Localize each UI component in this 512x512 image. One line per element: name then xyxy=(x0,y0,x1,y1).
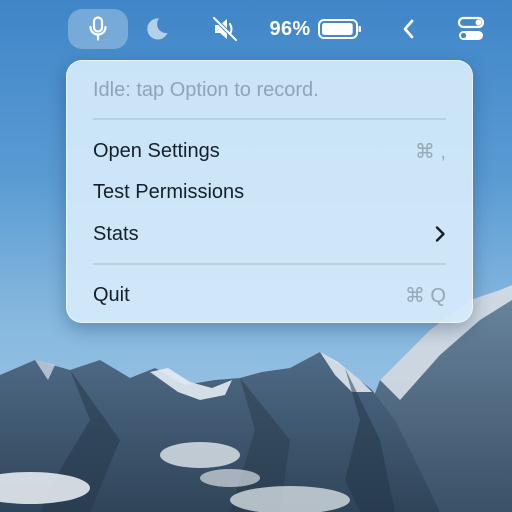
menu-bar: 96% xyxy=(0,0,512,56)
collapse-menubar-button[interactable] xyxy=(395,9,421,49)
battery-percent: 96% xyxy=(269,17,311,40)
menu-item-test-permissions[interactable]: Test Permissions xyxy=(93,175,446,209)
control-center-icon xyxy=(457,16,485,40)
battery-status-button[interactable]: 96% xyxy=(266,9,366,49)
control-center-button[interactable] xyxy=(452,9,490,49)
microphone-status-button[interactable] xyxy=(68,9,128,49)
moon-icon xyxy=(147,18,168,40)
menu-item-label: Stats xyxy=(93,222,139,245)
menu-item-shortcut: ⌘ Q xyxy=(404,284,446,307)
menu-item-stats[interactable]: Stats xyxy=(93,217,446,251)
menu-item-open-settings[interactable]: Open Settings ⌘ , xyxy=(93,134,446,168)
menu-item-label: Open Settings xyxy=(93,139,220,162)
focus-mode-button[interactable] xyxy=(140,9,174,49)
status-dropdown-menu: Idle: tap Option to record. Open Setting… xyxy=(66,60,473,323)
microphone-icon xyxy=(89,16,107,41)
menu-separator xyxy=(93,263,446,265)
battery-icon xyxy=(318,19,362,39)
menu-item-label: Test Permissions xyxy=(93,180,245,203)
chevron-left-icon xyxy=(403,19,414,39)
menu-item-quit[interactable]: Quit ⌘ Q xyxy=(93,278,446,312)
menu-separator xyxy=(93,118,446,120)
menu-item-label: Quit xyxy=(93,283,130,306)
chevron-right-icon xyxy=(435,226,445,242)
muted-speaker-icon xyxy=(212,16,238,42)
sound-button[interactable] xyxy=(206,9,244,49)
menu-item-shortcut: ⌘ , xyxy=(414,140,446,163)
recording-status-text: Idle: tap Option to record. xyxy=(93,78,319,101)
